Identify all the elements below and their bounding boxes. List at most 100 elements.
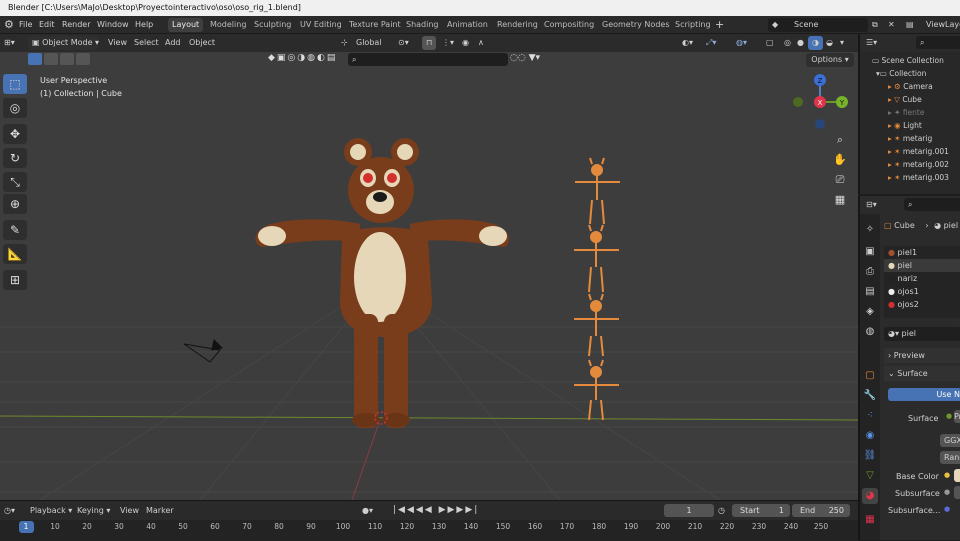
- particles-tab-icon[interactable]: ⁖: [862, 408, 878, 424]
- subsurface-field[interactable]: [954, 486, 960, 499]
- material-slot-selected[interactable]: ● piel: [884, 259, 960, 272]
- camera-object[interactable]: [183, 338, 224, 363]
- tab-compositing[interactable]: Compositing: [540, 18, 598, 32]
- outliner-item-metarig[interactable]: ▸ ✶ metarig: [860, 132, 960, 145]
- outliner-collection[interactable]: ▾▭ Collection: [860, 67, 960, 80]
- start-frame-field[interactable]: Start 1: [732, 504, 790, 517]
- pivot-icon[interactable]: ⊙▾: [398, 36, 409, 50]
- filter-icons[interactable]: ◆▣◎◑◍◐▤: [268, 53, 346, 67]
- scene-selector[interactable]: ◆ Scene: [768, 18, 868, 32]
- delete-scene-icon[interactable]: ✕: [888, 16, 895, 34]
- view-layer-tab-icon[interactable]: ▤: [862, 284, 878, 300]
- outliner-item-cube[interactable]: ▸ ▽ Cube: [860, 93, 960, 106]
- base-color-swatch[interactable]: [954, 469, 960, 482]
- shading-rendered-icon[interactable]: ◒: [826, 36, 833, 50]
- select-box-tool-icon[interactable]: ⬚: [3, 74, 27, 94]
- measure-tool-icon[interactable]: 📐: [3, 244, 27, 264]
- transform-tool-icon[interactable]: ⊕: [3, 194, 27, 214]
- tab-geometry-nodes[interactable]: Geometry Nodes: [598, 18, 673, 32]
- menu-add[interactable]: Add: [165, 36, 181, 50]
- tab-shading[interactable]: Shading: [402, 18, 443, 32]
- material-name-field[interactable]: ◕▾ piel: [884, 327, 960, 341]
- outliner-item-metarig-003[interactable]: ▸ ✶ metarig.003: [860, 171, 960, 184]
- modifier-tab-icon[interactable]: 🔧: [862, 388, 878, 404]
- 3d-viewport[interactable]: Z Y X ⌕ ✋ ⎚ ▦: [0, 52, 858, 500]
- surface-panel-header[interactable]: ⌄ Surface: [884, 366, 960, 381]
- constraints-tab-icon[interactable]: ⛓: [862, 448, 878, 464]
- zoom-icon[interactable]: ⌕: [832, 132, 848, 148]
- tab-modeling[interactable]: Modeling: [206, 18, 250, 32]
- add-workspace-icon[interactable]: +: [715, 16, 724, 34]
- falloff-icon[interactable]: ∧: [478, 36, 484, 50]
- editor-type-icon[interactable]: ⊞▾: [4, 36, 15, 50]
- select-subtract-icon[interactable]: [60, 53, 74, 65]
- select-new-icon[interactable]: [28, 53, 42, 65]
- mode-selector[interactable]: ▣ Object Mode ▾: [28, 36, 99, 50]
- tab-layout[interactable]: Layout: [168, 18, 204, 32]
- gizmo-toggle-icon[interactable]: ⤢▾: [706, 36, 716, 50]
- texture-tab-icon[interactable]: ▦: [862, 512, 878, 528]
- record-icon[interactable]: ●▾: [362, 504, 373, 517]
- preview-panel-header[interactable]: › Preview: [884, 348, 960, 363]
- shading-solid-icon[interactable]: ●: [797, 36, 804, 50]
- shading-material-icon[interactable]: ◑: [808, 36, 823, 50]
- view-layer-name[interactable]: ViewLayer: [926, 16, 960, 34]
- tab-texture-paint[interactable]: Texture Paint: [345, 18, 405, 32]
- tab-animation[interactable]: Animation: [443, 18, 492, 32]
- blender-logo-icon[interactable]: ⚙: [4, 16, 14, 34]
- snap-icon[interactable]: ⊓: [422, 36, 437, 50]
- scene-tab-icon[interactable]: ◈: [862, 304, 878, 320]
- material-slot[interactable]: ● ojos2: [884, 298, 960, 311]
- outliner-editor-icon[interactable]: ☰▾: [866, 36, 877, 50]
- tab-uv-editing[interactable]: UV Editing: [296, 18, 346, 32]
- perspective-toggle-icon[interactable]: ▦: [832, 192, 848, 208]
- select-mode-buttons[interactable]: [28, 53, 90, 67]
- timeline-menu-playback[interactable]: Playback ▾: [30, 504, 72, 517]
- material-tab-icon[interactable]: ◕: [862, 488, 878, 504]
- metarig-stack[interactable]: [574, 157, 620, 421]
- menu-render[interactable]: Render: [62, 16, 90, 34]
- viewport-search-input[interactable]: ⌕: [348, 53, 508, 66]
- menu-window[interactable]: Window: [97, 16, 129, 34]
- properties-editor-icon[interactable]: ⊟▾: [866, 198, 877, 212]
- select-intersect-icon[interactable]: [76, 53, 90, 65]
- tool-tab-icon[interactable]: ✧: [862, 222, 878, 238]
- rotate-tool-icon[interactable]: ↻: [3, 148, 27, 168]
- tab-rendering[interactable]: Rendering: [493, 18, 542, 32]
- bear-model[interactable]: [255, 138, 509, 428]
- material-slot[interactable]: ● nariz: [884, 272, 960, 285]
- material-slot[interactable]: ● piel1: [884, 246, 960, 259]
- scale-tool-icon[interactable]: ⤡: [3, 172, 27, 192]
- new-scene-icon[interactable]: ⧉: [872, 16, 878, 34]
- render-tab-icon[interactable]: ▣: [862, 244, 878, 260]
- pan-hand-icon[interactable]: ✋: [832, 152, 848, 168]
- material-slot[interactable]: ● ojos1: [884, 285, 960, 298]
- camera-view-icon[interactable]: ⎚: [832, 172, 848, 188]
- menu-select[interactable]: Select: [134, 36, 159, 50]
- tab-sculpting[interactable]: Sculpting: [250, 18, 295, 32]
- shading-options-icon[interactable]: ▾: [840, 36, 844, 50]
- output-tab-icon[interactable]: ⎙: [862, 264, 878, 280]
- end-frame-field[interactable]: End 250: [792, 504, 850, 517]
- overlay-toggle-icon[interactable]: ◍▾: [736, 36, 747, 50]
- annotate-tool-icon[interactable]: ✎: [3, 220, 27, 240]
- move-tool-icon[interactable]: ✥: [3, 124, 27, 144]
- orientation-selector[interactable]: Global: [356, 36, 382, 50]
- cursor-tool-icon[interactable]: ◎: [3, 98, 27, 118]
- outliner-item-camera[interactable]: ▸ ⚙ Camera: [860, 80, 960, 93]
- physics-tab-icon[interactable]: ◉: [862, 428, 878, 444]
- menu-object[interactable]: Object: [189, 36, 215, 50]
- shading-wireframe-icon[interactable]: ◎: [784, 36, 791, 50]
- snap-target-icon[interactable]: ⋮▾: [442, 36, 454, 50]
- outliner-item-light[interactable]: ▸ ◉ Light: [860, 119, 960, 132]
- current-frame-field[interactable]: 1: [664, 504, 714, 517]
- object-tab-icon[interactable]: ▢: [862, 368, 878, 384]
- tab-scripting[interactable]: Scripting: [671, 18, 715, 32]
- add-cube-tool-icon[interactable]: ⊞: [3, 270, 27, 290]
- outliner-item-metarig-001[interactable]: ▸ ✶ metarig.001: [860, 145, 960, 158]
- timeline-menu-keying[interactable]: Keying ▾: [77, 504, 110, 517]
- filter-funnel-icon[interactable]: ◌◌ ▼▾: [510, 53, 570, 67]
- menu-help[interactable]: Help: [135, 16, 153, 34]
- timeline-menu-marker[interactable]: Marker: [146, 504, 174, 517]
- use-nodes-button[interactable]: Use N: [888, 388, 960, 401]
